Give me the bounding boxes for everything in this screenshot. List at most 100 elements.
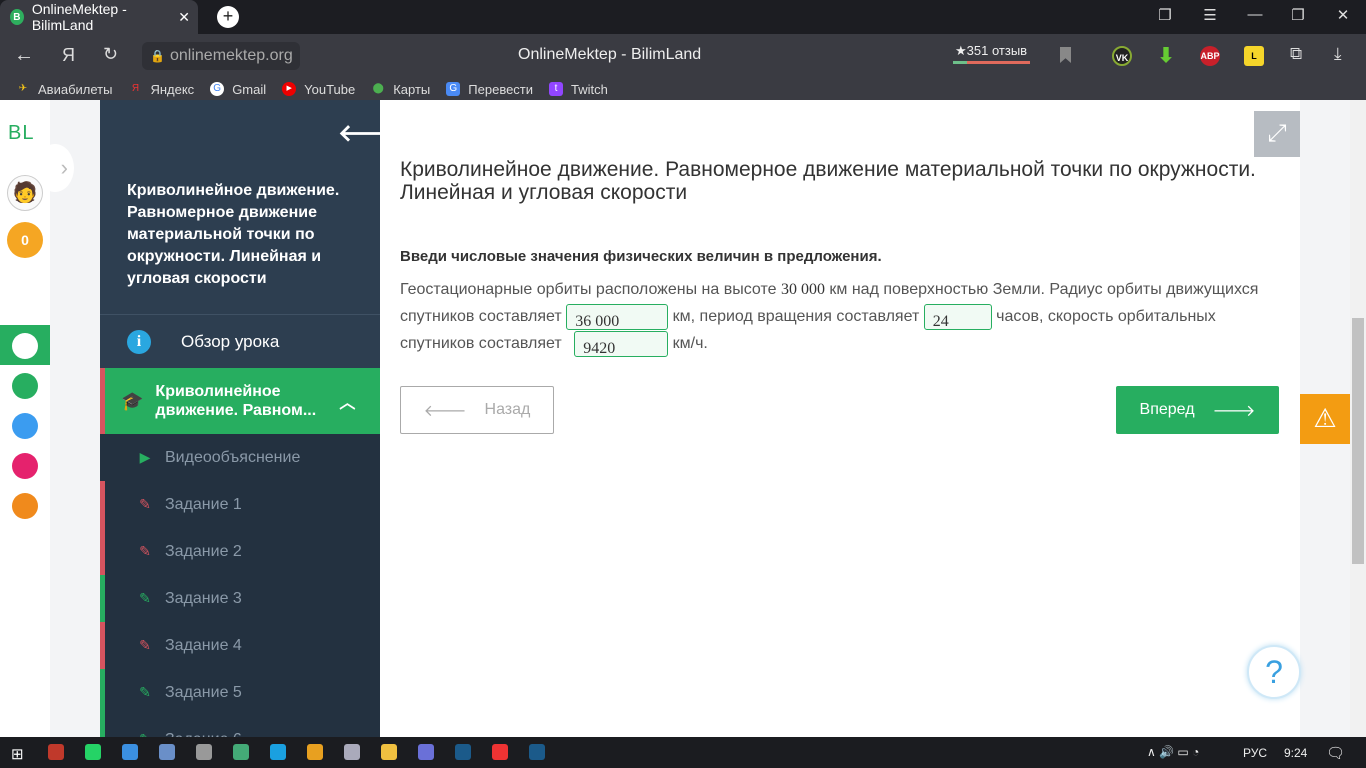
sidebar-item[interactable]: ✎ Задание 1 xyxy=(100,481,380,528)
plane-icon: ✈ xyxy=(18,83,28,94)
edit-icon: ✎ xyxy=(139,590,151,606)
twig-app-icon[interactable] xyxy=(12,453,38,479)
arrow-left-icon: 🡐 xyxy=(423,402,467,420)
section-label: Криволинейное движение. Равном... xyxy=(155,383,317,419)
tab-bar: B OnlineMektep - BilimLand ✕ + ❐ ☰ — ❐ ✕ xyxy=(0,0,1366,34)
taskbar-app-icon[interactable] xyxy=(270,744,286,760)
windows-taskbar: ⊞ ∧ 🔊 ▭ ◔ РУС 9:24 🗨 xyxy=(0,737,1366,768)
bookmark-aviabilety[interactable]: ✈ Авиабилеты xyxy=(16,82,113,97)
bookmark-label: Яндекс xyxy=(150,81,195,97)
new-tab-button[interactable]: + xyxy=(217,6,239,28)
next-label: Вперед xyxy=(1139,401,1195,418)
radius-input[interactable]: 36 000 xyxy=(566,303,669,330)
gutter-left: › xyxy=(36,100,100,737)
collections-icon[interactable]: ⧉ xyxy=(1290,44,1302,64)
text: км/ч. xyxy=(668,335,708,352)
taskbar-app-icon[interactable] xyxy=(159,744,175,760)
taskbar-app-icon[interactable] xyxy=(233,744,249,760)
sidebar-item[interactable]: ✎ Задание 2 xyxy=(100,528,380,575)
vk-extension-icon[interactable]: VK xyxy=(1112,46,1132,66)
download-extension-icon[interactable]: ⬇ xyxy=(1156,46,1176,66)
next-button[interactable]: Вперед 🡒 xyxy=(1116,386,1279,434)
collections-icon[interactable]: ❐ xyxy=(1150,6,1180,24)
sidebar-item[interactable]: ▶ Видеообъяснение xyxy=(100,434,380,481)
avatar[interactable]: 🧑 xyxy=(7,175,43,211)
overview-label: Обзор урока xyxy=(181,331,280,351)
bookmark-gmail[interactable]: G Gmail xyxy=(210,82,266,97)
speed-input[interactable]: 9420 xyxy=(574,330,669,357)
taskbar-app-icon[interactable] xyxy=(418,744,434,760)
fullscreen-icon[interactable]: ⤢ xyxy=(1254,111,1300,157)
expand-chevron-icon[interactable]: › xyxy=(36,144,74,192)
taskbar-app-icon[interactable] xyxy=(381,744,397,760)
taskbar-app-icon[interactable] xyxy=(48,744,64,760)
bookmark-label: Gmail xyxy=(232,81,267,97)
lesson-overview-item[interactable]: i Обзор урока xyxy=(100,315,380,368)
sidebar-item[interactable]: ✎ Задание 3 xyxy=(100,575,380,622)
bookmark-maps[interactable]: ⬤ Карты xyxy=(371,82,431,97)
rating-bar xyxy=(953,61,1030,64)
adblock-icon[interactable]: ABP xyxy=(1200,46,1220,66)
back-button[interactable]: 🡐 Назад xyxy=(400,386,554,434)
bookmark-translate[interactable]: G Перевести xyxy=(446,82,533,97)
lock-icon: 🔒 xyxy=(150,49,165,63)
taskbar-app-icon[interactable] xyxy=(307,744,323,760)
bookmark-twitch[interactable]: t Twitch xyxy=(549,82,608,97)
edit-icon: ✎ xyxy=(139,496,151,512)
taskbar-app-icon[interactable] xyxy=(529,744,545,760)
minimize-button[interactable]: — xyxy=(1240,6,1270,23)
sidebar-item-label: Задание 2 xyxy=(165,542,242,560)
lesson-content: Криволинейное движение. Равномерное движ… xyxy=(380,100,1300,737)
clock[interactable]: 9:24 xyxy=(1284,746,1307,760)
taskbar-app-icon[interactable] xyxy=(122,744,138,760)
bookmark-yandex[interactable]: Я Яндекс xyxy=(128,82,194,97)
language-indicator[interactable]: РУС xyxy=(1243,746,1267,760)
sidebar-item-label: Задание 3 xyxy=(165,589,242,607)
bilimland-app-icon[interactable] xyxy=(12,373,38,399)
sidebar-item[interactable]: ✎ Задание 5 xyxy=(100,669,380,716)
section-header[interactable]: 🎓 Криволинейное движение. Равном... ︿ xyxy=(100,368,380,434)
back-icon[interactable]: ← xyxy=(14,44,34,67)
warning-report-icon[interactable]: ⚠ xyxy=(1300,394,1350,444)
youtube-icon: ▶ xyxy=(282,82,297,96)
browser-tab[interactable]: B OnlineMektep - BilimLand ✕ xyxy=(0,0,198,34)
l-extension-icon[interactable]: L xyxy=(1244,46,1264,66)
maximize-button[interactable]: ❐ xyxy=(1283,6,1313,24)
taskbar-app-icon[interactable] xyxy=(344,744,360,760)
bookmark-youtube[interactable]: ▶ YouTube xyxy=(282,82,355,97)
taskbar-app-icon[interactable] xyxy=(492,744,508,760)
sidebar-item[interactable]: ✎ Задание 4 xyxy=(100,622,380,669)
bl-logo[interactable]: BL xyxy=(8,122,34,145)
start-icon[interactable]: ⊞ xyxy=(11,745,24,763)
tray-icons[interactable]: ∧ 🔊 ▭ ◔ xyxy=(1147,745,1199,759)
translate-icon: G xyxy=(446,82,461,96)
twitch-icon: t xyxy=(549,82,564,96)
test-app-icon[interactable] xyxy=(12,413,38,439)
downloads-icon[interactable]: ⤓ xyxy=(1334,44,1342,64)
reload-icon[interactable]: ↻ xyxy=(103,44,118,65)
reviews-button[interactable]: ★351 отзыв xyxy=(955,43,1027,59)
taskbar-app-icon[interactable] xyxy=(196,744,212,760)
maps-icon: ⬤ xyxy=(372,83,384,94)
notifications-icon[interactable]: 🗨 xyxy=(1326,744,1345,762)
onlinemektep-app[interactable] xyxy=(0,325,50,365)
taskbar-app-icon[interactable] xyxy=(455,744,471,760)
edit-icon: ✎ xyxy=(139,637,151,653)
menu-icon[interactable]: ☰ xyxy=(1195,6,1225,24)
close-window-button[interactable]: ✕ xyxy=(1328,6,1358,24)
bookmark-icon[interactable] xyxy=(1060,47,1071,63)
lesson-sidebar: 🡐 Криволинейное движение. Равномерное дв… xyxy=(100,100,402,763)
yandex-icon[interactable]: Я xyxy=(62,45,75,66)
task-text: Геостационарные орбиты расположены на вы… xyxy=(400,276,1270,357)
close-tab-icon[interactable]: ✕ xyxy=(178,9,190,26)
lesson-title: Криволинейное движение. Равномерное движ… xyxy=(400,158,1256,204)
scrollbar-thumb[interactable] xyxy=(1352,318,1364,564)
period-input[interactable]: 24 xyxy=(923,303,992,330)
sidebar-item-label: Задание 1 xyxy=(165,495,242,513)
imektep-app-icon[interactable] xyxy=(12,493,38,519)
taskbar-app-icon[interactable] xyxy=(85,744,101,760)
url-text: onlinemektep.org xyxy=(170,47,293,64)
help-icon[interactable]: ? xyxy=(1247,645,1301,699)
page-title-bar: OnlineMektep - BilimLand xyxy=(518,46,702,63)
address-bar[interactable]: 🔒 onlinemektep.org xyxy=(142,42,300,70)
